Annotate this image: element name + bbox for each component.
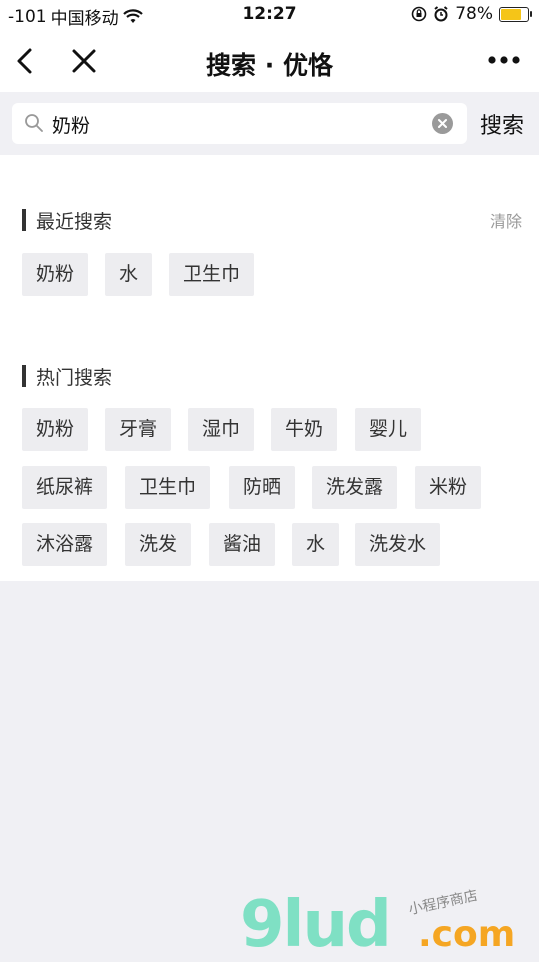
alarm-icon — [434, 6, 448, 22]
rotation-lock-icon — [411, 6, 427, 22]
hot-search-title: 热门搜索 — [36, 367, 113, 389]
watermark-main: 9lud — [240, 888, 392, 962]
clear-input-button[interactable] — [432, 113, 453, 134]
hot-tag[interactable]: 沐浴露 — [22, 523, 108, 566]
watermark-suffix: .com — [418, 914, 516, 955]
hot-tag[interactable]: 洗发 — [125, 523, 192, 566]
recent-search-title: 最近搜索 — [36, 211, 113, 233]
hot-tag[interactable]: 牛奶 — [271, 408, 338, 451]
hot-tag[interactable]: 水 — [292, 523, 340, 566]
search-icon — [25, 114, 43, 132]
hot-tag[interactable]: 防晒 — [229, 466, 296, 509]
hot-tag[interactable]: 湿巾 — [188, 408, 255, 451]
recent-tag[interactable]: 卫生巾 — [169, 253, 255, 296]
nav-bar: 搜索 · 优恪 — [0, 30, 539, 92]
search-box[interactable] — [12, 103, 467, 144]
search-input[interactable] — [50, 109, 434, 139]
battery-percent: 78% — [455, 4, 493, 24]
recent-tag[interactable]: 奶粉 — [22, 253, 89, 296]
battery-icon — [499, 6, 532, 22]
clear-history-button[interactable]: 清除 — [490, 208, 522, 232]
hot-tag[interactable]: 酱油 — [209, 523, 276, 566]
hot-tag[interactable]: 洗发水 — [355, 523, 441, 566]
watermark-logo: 9lud 小程序商店 .com — [240, 888, 539, 962]
status-bar: -101 中国移动 12:27 78% — [0, 0, 539, 30]
hot-tag[interactable]: 牙膏 — [105, 408, 172, 451]
search-bar: 搜索 — [0, 92, 539, 155]
clear-icon — [438, 119, 447, 128]
battery-level — [501, 8, 522, 20]
page-title: 搜索 · 优恪 — [206, 51, 333, 80]
hot-tag[interactable]: 纸尿裤 — [22, 466, 108, 509]
hot-tag[interactable]: 奶粉 — [22, 408, 89, 451]
hot-tag[interactable]: 婴儿 — [355, 408, 422, 451]
recent-tag[interactable]: 水 — [105, 253, 153, 296]
search-content: 最近搜索 清除 奶粉 水 卫生巾 热门搜索 奶粉 牙膏 湿巾 牛奶 婴儿 纸尿裤… — [0, 155, 539, 581]
section-accent-bar — [22, 365, 26, 387]
more-icon — [488, 56, 520, 64]
section-accent-bar — [22, 209, 26, 231]
recent-search-header: 最近搜索 清除 — [22, 207, 522, 233]
search-button[interactable]: 搜索 — [480, 108, 524, 140]
hot-tag[interactable]: 卫生巾 — [125, 466, 211, 509]
hot-search-header: 热门搜索 — [22, 363, 522, 389]
status-right: 78% — [411, 4, 532, 24]
hot-tag[interactable]: 米粉 — [415, 466, 482, 509]
hot-tag[interactable]: 洗发露 — [312, 466, 398, 509]
more-button[interactable] — [487, 50, 521, 70]
